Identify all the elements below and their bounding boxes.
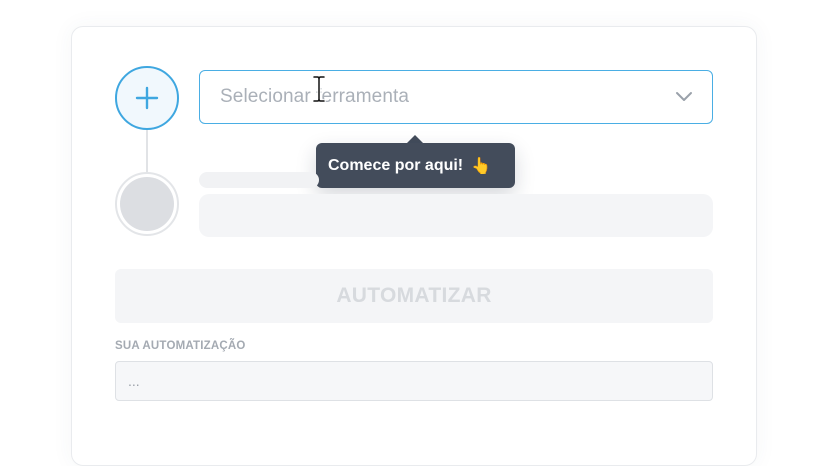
- chevron-down-icon: [676, 92, 692, 101]
- tool-select[interactable]: Selecionar ferramenta: [199, 70, 713, 124]
- automation-result-field[interactable]: ...: [115, 361, 713, 401]
- add-step-button[interactable]: [115, 66, 179, 130]
- skeleton-field: [199, 194, 713, 237]
- skeleton-label: [199, 172, 319, 188]
- automation-result-label: SUA AUTOMATIZAÇÃO: [115, 340, 246, 352]
- placeholder-circle: [120, 177, 174, 231]
- tooltip-text: Comece por aqui!: [328, 156, 464, 174]
- pointing-hand-icon: 👆: [471, 157, 492, 175]
- step-connector: [146, 130, 148, 174]
- step-2-placeholder: [115, 172, 179, 236]
- automate-button[interactable]: AUTOMATIZAR: [115, 269, 713, 323]
- text-cursor-icon: [312, 75, 326, 103]
- start-here-tooltip: Comece por aqui! 👆: [316, 143, 515, 188]
- plus-icon: [135, 86, 159, 110]
